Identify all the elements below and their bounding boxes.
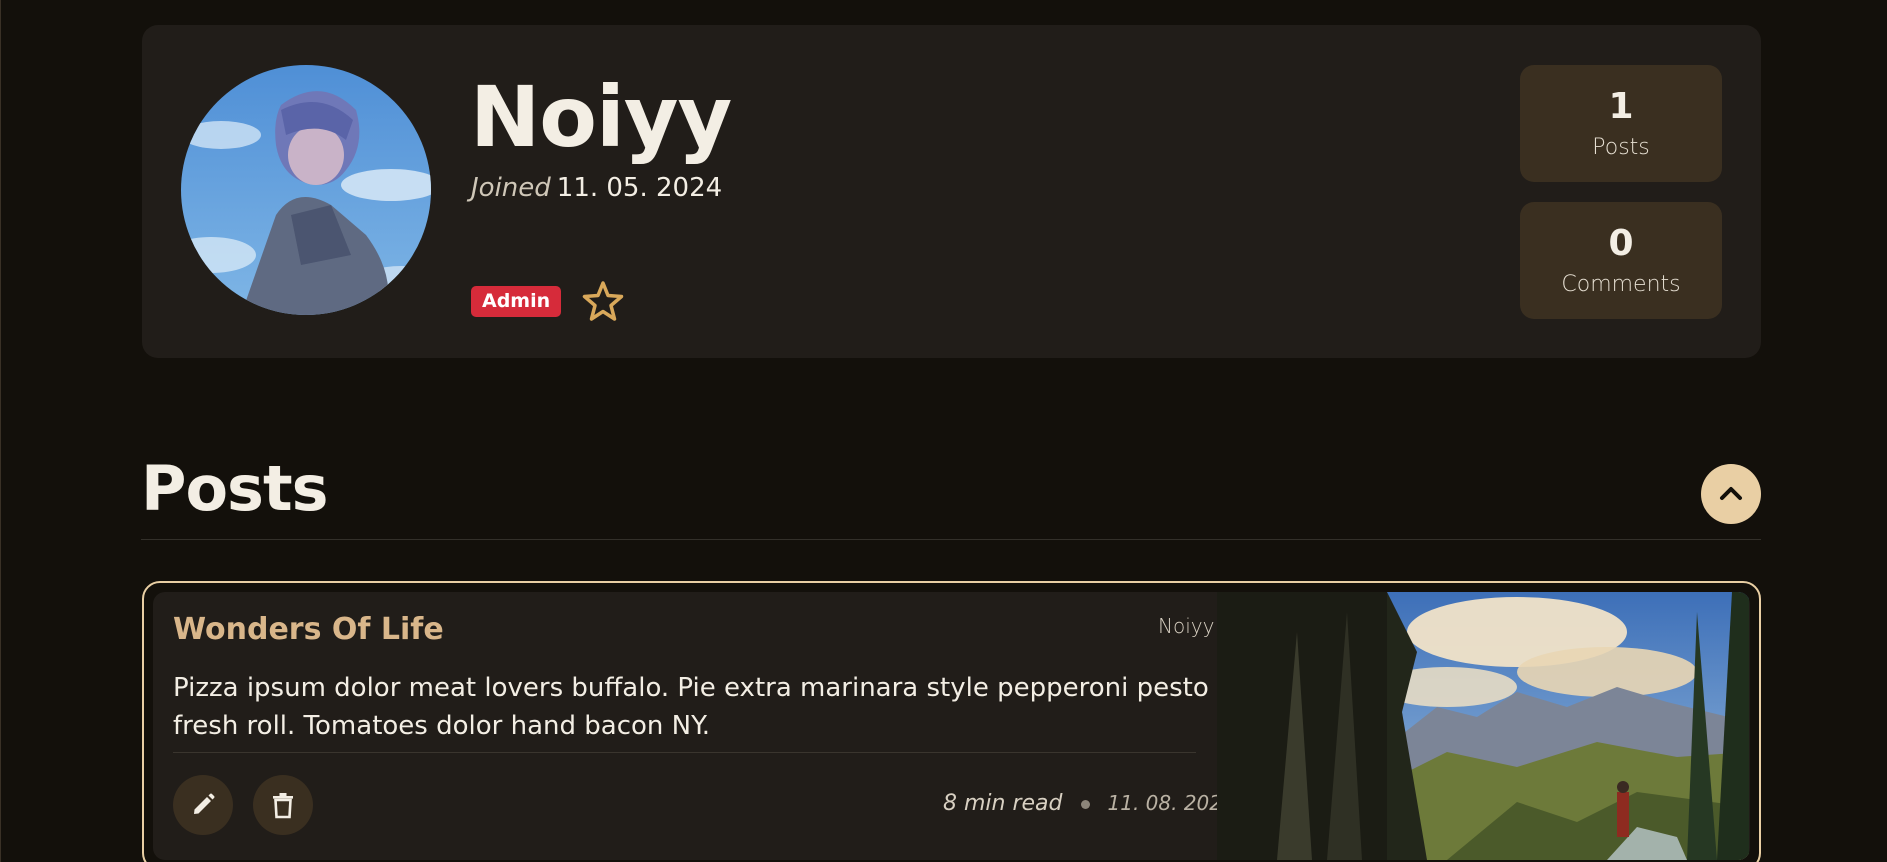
posts-count-label: Posts — [1592, 135, 1650, 160]
post-card-inner: Wonders Of Life Noiyy Pizza ipsum dolor … — [153, 592, 1750, 860]
star-outline-icon[interactable] — [581, 279, 625, 323]
avatar-image — [181, 65, 431, 315]
chevron-up-icon — [1720, 487, 1742, 500]
collapse-posts-button[interactable] — [1701, 464, 1761, 524]
badge-row: Admin — [471, 279, 625, 323]
comments-stat: 0 Comments — [1520, 202, 1722, 319]
post-thumbnail-image — [1217, 592, 1749, 860]
profile-page: Noiyy Joined 11. 05. 2024 Admin 1 Posts 0… — [0, 0, 1887, 862]
comments-count-label: Comments — [1561, 272, 1681, 297]
joined-date: 11. 05. 2024 — [556, 173, 723, 203]
admin-badge: Admin — [471, 285, 562, 317]
read-time: 8 min read — [943, 791, 1063, 816]
edit-post-button[interactable] — [173, 775, 233, 835]
posts-section-title: Posts — [141, 452, 328, 525]
comments-count: 0 — [1608, 223, 1634, 264]
pencil-icon — [194, 793, 215, 814]
avatar — [181, 65, 431, 315]
posts-count: 1 — [1608, 86, 1634, 127]
delete-post-button[interactable] — [253, 775, 313, 835]
post-author[interactable]: Noiyy — [1158, 614, 1214, 638]
trash-icon — [273, 793, 293, 819]
meta-separator-dot — [1080, 799, 1090, 809]
profile-card: Noiyy Joined 11. 05. 2024 Admin 1 Posts 0… — [142, 25, 1761, 358]
posts-stat: 1 Posts — [1520, 65, 1722, 182]
post-excerpt: Pizza ipsum dolor meat lovers buffalo. P… — [173, 673, 1209, 741]
post-divider — [173, 752, 1196, 753]
post-meta: 8 min read 11. 08. 2024 — [943, 791, 1235, 816]
post-title[interactable]: Wonders Of Life — [173, 612, 444, 647]
post-card[interactable]: Wonders Of Life Noiyy Pizza ipsum dolor … — [142, 581, 1761, 862]
post-thumbnail[interactable] — [1217, 592, 1749, 860]
post-date: 11. 08. 2024 — [1107, 791, 1235, 815]
joined-info: Joined 11. 05. 2024 — [471, 173, 722, 203]
joined-label: Joined — [471, 173, 551, 203]
posts-divider — [141, 539, 1761, 540]
username: Noiyy — [470, 68, 732, 166]
